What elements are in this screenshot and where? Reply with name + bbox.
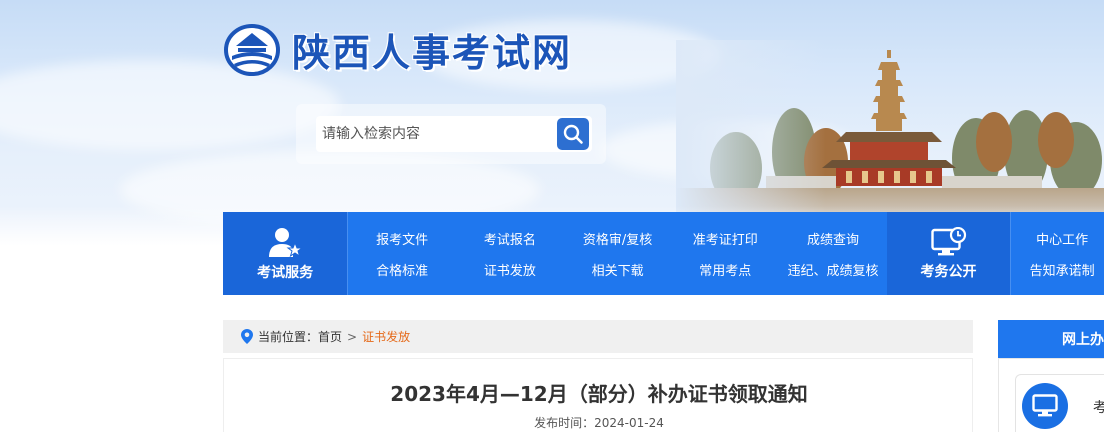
sidebar-item-label: 考 [1093,400,1104,416]
nav-link-exam-sites[interactable]: 常用考点 [699,260,751,279]
sidebar-item-icon-wrap[interactable] [1022,383,1068,429]
monitor-icon [1032,394,1058,417]
nav-link-score-review[interactable]: 违纪、成绩复核 [787,260,878,279]
article: 2023年4月—12月（部分）补办证书领取通知 发布时间：2024-01-24 [223,358,973,432]
breadcrumb-prefix: 当前位置： [258,330,319,344]
nav-exam-public[interactable]: 考务公开 [886,212,1011,295]
nav-link-exam-registration[interactable]: 考试报名 [484,229,536,248]
article-publish-time: 发布时间：2024-01-24 [534,416,664,430]
nav-column: 准考证打印 常用考点 [671,212,779,295]
emblem-icon [224,23,280,76]
nav-column: 报考文件 合格标准 [348,212,456,295]
nav-link-admission-ticket[interactable]: 准考证打印 [693,229,758,248]
search-button[interactable] [557,118,589,150]
nav-link-score-query[interactable]: 成绩查询 [807,229,859,248]
page: 陕西人事考试网 考试服务 报考文件 合格标准 考试报名 证书发放 [0,0,1104,432]
nav-column: 考试报名 证书发放 [456,212,564,295]
nav-column: 资格审/复核 相关下载 [564,212,672,295]
nav-link-passing-standard[interactable]: 合格标准 [376,260,428,279]
breadcrumb-current[interactable]: 证书发放 [362,328,410,345]
breadcrumb-home-link[interactable]: 首页 [318,328,342,345]
search-icon [563,124,583,144]
article-title: 2023年4月—12月（部分）补办证书领取通知 [390,382,808,406]
nav-exam-public-label: 考务公开 [920,263,977,280]
nav-link-center-work[interactable]: 中心工作 [1036,229,1088,248]
nav-link-certificate-issuance[interactable]: 证书发放 [484,260,536,279]
location-pin-icon [241,329,253,344]
nav-exam-service-label: 考试服务 [257,264,314,281]
nav-exam-service[interactable]: 考试服务 [223,212,348,295]
nav-column: 成绩查询 违纪、成绩复核 [779,212,887,295]
nav-link-qualification-review[interactable]: 资格审/复核 [583,229,652,248]
nav-link-downloads[interactable]: 相关下载 [592,260,644,279]
nav-link-commitment-system[interactable]: 告知承诺制 [1030,260,1095,279]
breadcrumb-separator: > [347,329,358,344]
nav-column: 中心工作 告知承诺制 [1011,212,1104,295]
search-input[interactable] [316,116,592,152]
monitor-clock-icon [930,226,966,255]
main-nav: 考试服务 报考文件 合格标准 考试报名 证书发放 资格审/复核 相关下载 准考证… [223,212,1104,295]
breadcrumb: 当前位置： 首页 > 证书发放 [223,320,973,353]
site-logo[interactable]: 陕西人事考试网 [224,22,572,77]
user-star-icon [269,227,303,257]
site-name: 陕西人事考试网 [292,31,573,75]
sidebar-heading: 网上办 [998,320,1104,358]
nav-link-registration-docs[interactable]: 报考文件 [376,229,428,248]
